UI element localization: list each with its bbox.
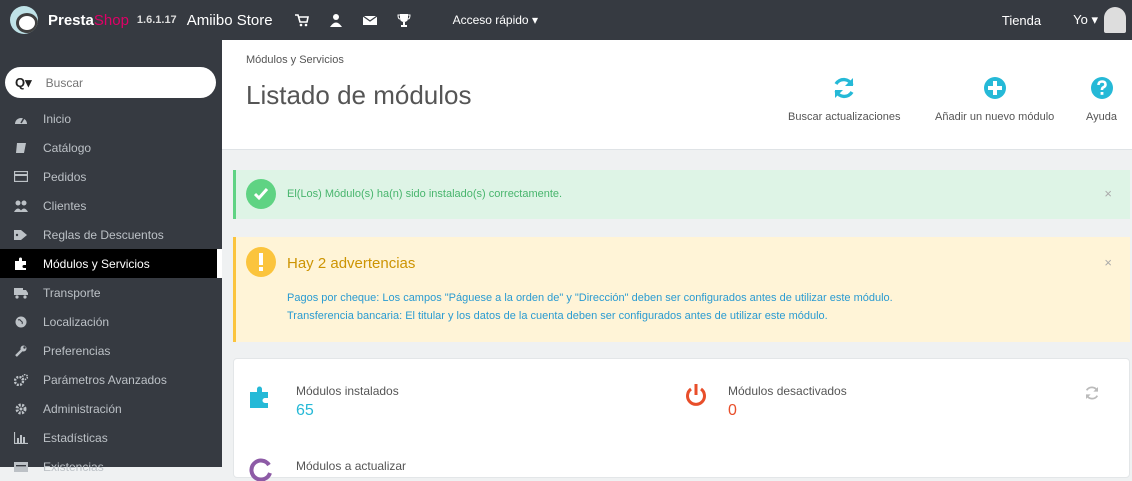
refresh-icon [834, 77, 854, 99]
sidebar-item-inicio[interactable]: Inicio [0, 104, 222, 133]
book-icon [13, 141, 29, 155]
exclamation-icon [246, 247, 276, 277]
sidebar-item-preferencias[interactable]: Preferencias [0, 336, 222, 365]
cart-icon[interactable] [294, 13, 309, 27]
tag-icon [13, 228, 29, 242]
sidebar-item-label: Inicio [43, 111, 72, 126]
help-button[interactable]: Ayuda [1086, 76, 1117, 123]
disabled-modules-label: Módulos desactivados [728, 384, 847, 398]
warning-alert: Hay 2 advertencias Pagos por cheque: Los… [233, 237, 1130, 342]
globe-icon [13, 315, 29, 329]
sidebar: Q▾ Inicio Catálogo Pedidos Clientes Regl… [0, 40, 222, 474]
sidebar-item-descuentos[interactable]: Reglas de Descuentos [0, 220, 222, 249]
store-name[interactable]: Amiibo Store [187, 12, 273, 29]
breadcrumb[interactable]: Módulos y Servicios [246, 54, 344, 66]
user-menu[interactable]: Yo ▾ [1073, 12, 1098, 28]
installed-modules-label: Módulos instalados [296, 384, 399, 398]
warning-title: Hay 2 advertencias [287, 255, 416, 272]
sidebar-item-label: Pedidos [43, 169, 87, 184]
sidebar-item-modulos[interactable]: Módulos y Servicios [0, 249, 222, 278]
question-circle-icon [1090, 77, 1113, 99]
trophy-icon[interactable] [397, 13, 411, 27]
brand-name[interactable]: PrestaShop [48, 12, 129, 29]
modules-to-update-label: Módulos a actualizar [296, 459, 407, 473]
check-updates-label: Buscar actualizaciones [788, 111, 901, 123]
user-icon[interactable] [329, 13, 343, 27]
modules-stats-panel: Módulos instalados 65 Módulos desactivad… [233, 358, 1130, 481]
envelope-icon[interactable] [362, 13, 377, 27]
brand-accent-text: Shop [93, 11, 129, 29]
page-header: Módulos y Servicios Listado de módulos B… [222, 40, 1132, 150]
warning-line: Pagos por cheque: Los campos "Páguese a … [287, 292, 893, 304]
sidebar-item-label: Preferencias [43, 343, 111, 358]
sidebar-item-catalogo[interactable]: Catálogo [0, 133, 222, 162]
sidebar-item-localizacion[interactable]: Localización [0, 307, 222, 336]
wrench-icon [13, 344, 29, 358]
avatar[interactable] [1104, 7, 1126, 33]
brand-main-text: Presta [48, 11, 94, 29]
sidebar-item-label: Módulos y Servicios [43, 256, 150, 271]
sidebar-search: Q▾ [5, 67, 216, 98]
search-icon[interactable]: Q▾ [15, 75, 32, 91]
sidebar-item-label: Localización [43, 314, 110, 329]
search-input[interactable] [45, 75, 186, 90]
sidebar-item-label: Administración [43, 401, 122, 416]
sidebar-item-label: Clientes [43, 198, 87, 213]
update-icon [249, 458, 272, 481]
puzzle-icon [13, 257, 29, 271]
bar-chart-icon [13, 431, 29, 445]
power-icon [686, 384, 706, 406]
version-label: 1.6.1.17 [136, 14, 177, 26]
dashboard-icon [13, 112, 29, 126]
sidebar-item-label: Parámetros Avanzados [43, 372, 167, 387]
puzzle-icon [250, 386, 268, 408]
sidebar-item-parametros[interactable]: Parámetros Avanzados [0, 365, 222, 394]
plus-circle-icon [983, 77, 1006, 99]
top-navbar: PrestaShop 1.6.1.17 Amiibo Store Acceso … [0, 0, 1132, 40]
installed-modules-count[interactable]: 65 [296, 402, 314, 420]
help-label: Ayuda [1086, 111, 1117, 123]
close-icon[interactable]: × [1104, 255, 1112, 270]
add-module-button[interactable]: Añadir un nuevo módulo [935, 76, 1054, 123]
page-title: Listado de módulos [246, 80, 472, 110]
top-quick-icons [294, 13, 411, 27]
sidebar-item-administracion[interactable]: Administración [0, 394, 222, 423]
quick-access-menu[interactable]: Acceso rápido ▾ [453, 13, 538, 27]
check-updates-button[interactable]: Buscar actualizaciones [788, 76, 901, 123]
check-icon [246, 179, 276, 209]
prestashop-logo-icon[interactable] [10, 6, 38, 34]
credit-card-icon [13, 170, 29, 184]
truck-icon [13, 286, 29, 300]
main-content: Módulos y Servicios Listado de módulos B… [222, 40, 1132, 481]
gear-icon [13, 402, 29, 416]
success-alert: El(Los) Módulo(s) ha(n) sido instalado(s… [233, 170, 1130, 219]
sidebar-item-label: Reglas de Descuentos [43, 227, 164, 242]
store-link[interactable]: Tienda [1002, 13, 1041, 28]
cogs-icon [13, 373, 29, 387]
sidebar-item-clientes[interactable]: Clientes [0, 191, 222, 220]
sidebar-item-label: Catálogo [43, 140, 92, 155]
disabled-modules-count[interactable]: 0 [728, 402, 737, 420]
add-module-label: Añadir un nuevo módulo [935, 111, 1055, 123]
users-icon [13, 199, 29, 213]
close-icon[interactable]: × [1104, 186, 1112, 201]
refresh-icon[interactable] [1084, 385, 1100, 401]
warning-line: Transferencia bancaria: El titular y los… [287, 310, 828, 322]
sidebar-item-label: Estadísticas [43, 430, 108, 445]
sidebar-menu: Inicio Catálogo Pedidos Clientes Reglas … [0, 104, 222, 481]
sidebar-item-pedidos[interactable]: Pedidos [0, 162, 222, 191]
sidebar-item-label: Transporte [43, 285, 101, 300]
success-message: El(Los) Módulo(s) ha(n) sido instalado(s… [287, 188, 563, 200]
sidebar-item-transporte[interactable]: Transporte [0, 278, 222, 307]
sidebar-item-estadisticas[interactable]: Estadísticas [0, 423, 222, 452]
